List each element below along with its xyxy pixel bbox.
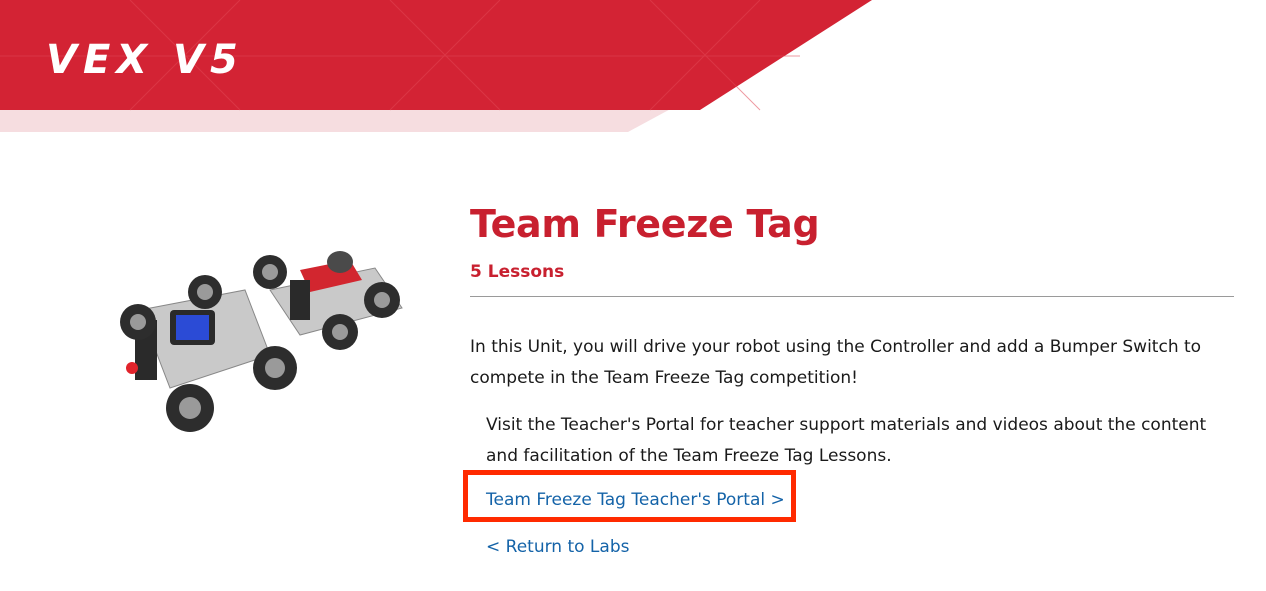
vex-v5-logo[interactable]: VEX V5 xyxy=(46,40,244,80)
return-to-labs-link[interactable]: < Return to Labs xyxy=(486,535,629,559)
unit-content: Team Freeze Tag 5 Lessons In this Unit, … xyxy=(463,200,1234,557)
unit-description: In this Unit, you will drive your robot … xyxy=(470,337,1202,388)
robot-left xyxy=(120,275,297,432)
teacher-portal-link[interactable]: Team Freeze Tag Teacher's Portal > xyxy=(486,488,785,512)
page-title: Team Freeze Tag xyxy=(470,202,820,246)
teacher-portal-note: Visit the Teacher's Portal for teacher s… xyxy=(486,415,1207,466)
divider xyxy=(470,296,1234,297)
lessons-count: 5 Lessons xyxy=(470,262,565,282)
robot-image xyxy=(120,251,403,432)
robot-right xyxy=(253,251,403,350)
